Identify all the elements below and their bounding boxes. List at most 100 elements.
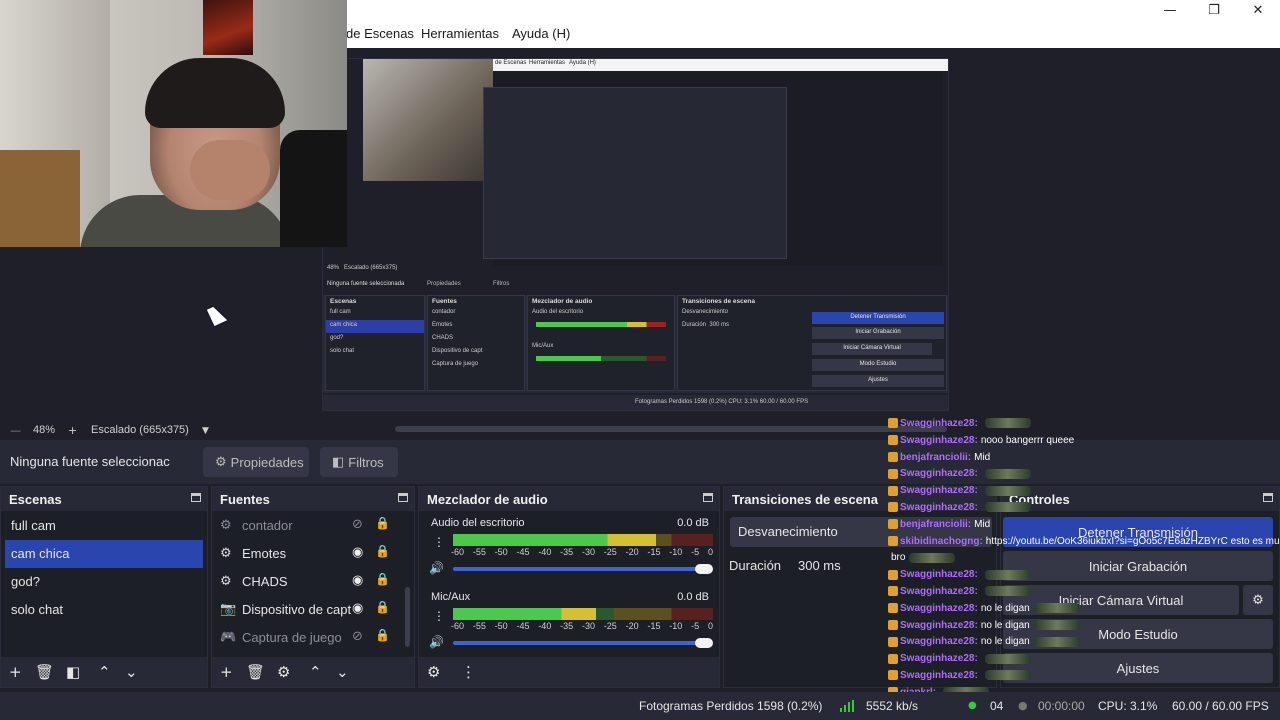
- move-down-icon[interactable]: ⌄: [125, 663, 138, 681]
- chat-message: benjafranciolii: Mid: [888, 519, 1280, 536]
- add-source-icon[interactable]: +: [220, 663, 233, 681]
- volume-slider[interactable]: [453, 567, 703, 571]
- signal-icon: [840, 700, 854, 712]
- lock-icon[interactable]: 🔒: [375, 516, 390, 530]
- source-item[interactable]: ⚙ contador ⊘ 🔒: [212, 511, 414, 539]
- scene-item[interactable]: full cam: [1, 512, 207, 540]
- more-options-icon[interactable]: ⋮: [433, 535, 445, 549]
- move-up-icon[interactable]: ⌃: [309, 663, 322, 681]
- scaling-dropdown-icon[interactable]: ▼: [202, 426, 209, 436]
- meter-scale: -60 -55 -50 -45 -40 -35 -30 -25 -20 -15 -10 -5 0: [451, 621, 713, 631]
- chat-message: Swagginhaze28:: [888, 418, 1280, 435]
- audio-settings-icon[interactable]: ⚙: [427, 663, 440, 681]
- volume-knob[interactable]: [695, 564, 713, 574]
- scene-item-selected[interactable]: cam chica: [5, 540, 203, 568]
- scale-tick: 0: [707, 621, 713, 631]
- scenes-title: Escenas: [9, 492, 62, 507]
- eye-icon[interactable]: ◉: [352, 545, 363, 560]
- chat-text: no le digan: [980, 619, 1030, 631]
- remove-source-icon[interactable]: 🗑: [246, 663, 265, 681]
- scaling-label: Escalado (665x375): [91, 424, 189, 436]
- undock-icon[interactable]: [398, 493, 408, 502]
- source-item[interactable]: 📷 Dispositivo de capt ◉ 🔒: [212, 595, 414, 623]
- chat-username: Swagginhaze28:: [900, 569, 978, 581]
- chat-badge-icon: [888, 468, 898, 479]
- scale-tick: -55: [472, 547, 486, 557]
- close-button[interactable]: ✕: [1236, 0, 1280, 20]
- volume-slider[interactable]: [453, 641, 703, 645]
- scene-item[interactable]: god?: [1, 568, 207, 596]
- scale-tick: -45: [516, 547, 530, 557]
- chat-message: Swagginhaze28: no le digan: [888, 603, 1280, 620]
- nested-pane-title: Transiciones de escena: [682, 298, 755, 305]
- undock-icon[interactable]: [191, 493, 201, 502]
- webcam-hair: [145, 58, 285, 128]
- zoom-out-icon[interactable]: —: [10, 424, 21, 437]
- maximize-button[interactable]: ❐: [1192, 0, 1236, 20]
- chat-badge-icon: [888, 535, 898, 546]
- no-source-label: Ninguna fuente seleccionac: [10, 454, 170, 469]
- nested-scene-item: god?: [330, 335, 344, 341]
- source-item[interactable]: ⚙ Emotes ◉ 🔒: [212, 539, 414, 567]
- chat-text: Mid: [974, 518, 991, 530]
- duration-input[interactable]: 300 ms: [798, 558, 841, 573]
- nested-start-rec: Iniciar Grabación: [812, 327, 944, 339]
- move-up-icon[interactable]: ⌃: [98, 663, 111, 681]
- source-item[interactable]: ⚙ CHADS ◉ 🔒: [212, 567, 414, 595]
- source-item[interactable]: 🎮 Captura de juego ⊘ 🔒: [212, 623, 414, 651]
- sources-header: Fuentes: [212, 487, 414, 511]
- chat-message: Swagginhaze28:: [888, 569, 1280, 586]
- browser-source-icon: ⚙: [220, 573, 232, 589]
- eye-hidden-icon[interactable]: ⊘: [352, 517, 363, 532]
- more-options-icon[interactable]: ⋮: [433, 609, 445, 623]
- chat-text: https://youtu.be/OoK36iukbxI?si=gOo5c7E6…: [985, 535, 1280, 547]
- status-bar: Fotogramas Perdidos 1598 (0.2%) 5552 kb/…: [0, 692, 1280, 720]
- nested-source-item: Captura de juego: [432, 361, 479, 367]
- rec-indicator-icon: ●: [1018, 699, 1028, 712]
- properties-button[interactable]: ⚙ Propiedades: [203, 447, 309, 477]
- filters-button[interactable]: ◧ Filtros: [320, 447, 398, 477]
- chat-text: nooo bangerrr queee: [980, 434, 1075, 446]
- scene-item[interactable]: solo chat: [1, 596, 207, 624]
- scale-tick: -25: [603, 547, 617, 557]
- menu-help[interactable]: Ayuda (H): [512, 26, 570, 41]
- cpu-usage: CPU: 3.1%: [1098, 699, 1158, 713]
- speaker-icon[interactable]: 🔊: [429, 561, 444, 575]
- eye-hidden-icon[interactable]: ⊘: [352, 629, 363, 644]
- minimize-button[interactable]: —: [1148, 0, 1192, 20]
- nested-mixer-pane: Mezclador de audio Audio del escritorio …: [527, 295, 675, 391]
- scale-tick: -35: [560, 547, 574, 557]
- maximize-icon: ❐: [1208, 2, 1220, 18]
- channel-name: Audio del escritorio: [431, 517, 525, 529]
- scene-filters-icon[interactable]: ◧: [66, 663, 80, 681]
- add-scene-icon[interactable]: +: [9, 663, 22, 681]
- eye-icon[interactable]: ◉: [352, 601, 363, 616]
- nested-scene-item: solo chat: [330, 348, 355, 354]
- chat-username: Swagginhaze28:: [900, 434, 978, 446]
- zoom-in-icon[interactable]: +: [68, 424, 77, 437]
- undock-icon[interactable]: [703, 493, 713, 502]
- more-options-icon[interactable]: ⋮: [461, 663, 476, 681]
- bitrate: 5552 kb/s: [866, 699, 919, 713]
- source-properties-icon[interactable]: ⚙: [277, 663, 290, 681]
- remove-scene-icon[interactable]: 🗑: [35, 663, 54, 681]
- eye-icon[interactable]: ◉: [352, 573, 363, 588]
- lock-icon[interactable]: 🔒: [375, 628, 390, 642]
- sources-scrollbar[interactable]: [405, 587, 410, 647]
- chat-emote-icon: [1033, 603, 1080, 614]
- speaker-icon[interactable]: 🔊: [429, 635, 444, 649]
- menu-tools[interactable]: Herramientas: [421, 26, 499, 41]
- gamepad-icon: 🎮: [220, 629, 237, 645]
- lock-icon[interactable]: 🔒: [375, 600, 390, 614]
- lock-icon[interactable]: 🔒: [375, 544, 390, 558]
- move-down-icon[interactable]: ⌄: [336, 663, 349, 681]
- chat-emote-icon: [984, 670, 1031, 681]
- nested-stop-stream: Detener Transmisión: [812, 312, 944, 324]
- menu-scene-collection[interactable]: de Escenas: [346, 26, 414, 41]
- chat-emote-icon: [984, 569, 1031, 580]
- source-label: Dispositivo de capt: [242, 601, 352, 617]
- lock-icon[interactable]: 🔒: [375, 572, 390, 586]
- volume-knob[interactable]: [695, 638, 713, 648]
- nested-scene-item: full cam: [330, 309, 351, 315]
- preview-scrollbar[interactable]: [395, 426, 947, 432]
